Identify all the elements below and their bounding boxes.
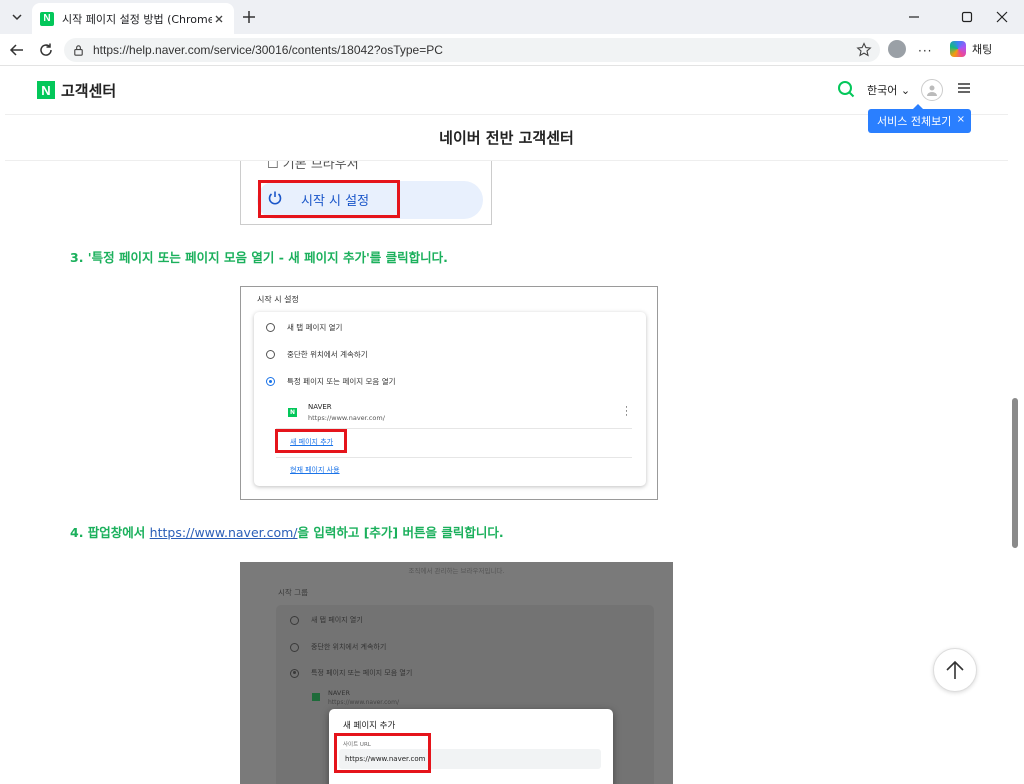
highlight-box xyxy=(334,733,431,773)
chevron-down-icon: ⌄ xyxy=(900,84,911,97)
add-page-dialog: 새 페이지 추가 사이트 URL https://www.naver.com xyxy=(329,709,613,784)
minimize-icon xyxy=(909,16,919,18)
step-4-text: 4. 팝업창에서 https://www.naver.com/을 입력하고 [추… xyxy=(70,525,504,540)
divider xyxy=(276,457,632,458)
maximize-icon xyxy=(961,11,973,23)
service-tooltip[interactable]: 서비스 전체보기 × xyxy=(868,109,971,133)
copilot-label: 채팅 xyxy=(972,43,993,56)
minimize-button[interactable] xyxy=(892,0,936,34)
tab-search-button[interactable] xyxy=(6,6,28,28)
language-selector[interactable]: 한국어 ⌄ xyxy=(867,82,910,98)
chevron-down-icon xyxy=(12,14,22,21)
page-title: 네이버 전반 고객센터 xyxy=(439,129,574,147)
naver-logo-icon[interactable]: N xyxy=(37,81,55,99)
naver-favicon-icon: N xyxy=(288,408,297,417)
person-icon xyxy=(927,85,937,96)
profile-avatar[interactable] xyxy=(888,40,906,58)
scroll-to-top-button[interactable] xyxy=(933,648,977,692)
radio-selected-icon xyxy=(266,377,275,386)
language-label: 한국어 xyxy=(867,84,898,97)
site-name[interactable]: 고객센터 xyxy=(61,80,116,101)
startup-settings-title: 시작 시 설정 xyxy=(257,295,299,304)
tooltip-label: 서비스 전체보기 xyxy=(877,115,952,128)
radio-icon xyxy=(266,323,275,332)
radio-icon xyxy=(290,615,299,625)
option-continue: 중단한 위치에서 계속하기 xyxy=(266,349,368,360)
guide-image-add-page-dialog: 조직에서 관리하는 브라우저입니다. 시작 그룹 새 탭 페이지 열기 중단한 … xyxy=(240,562,673,784)
naver-favicon-icon xyxy=(312,693,320,701)
highlight-box xyxy=(275,429,347,453)
tab-strip: N 시작 페이지 설정 방법 (Chrome) : 네이버 고객센터 xyxy=(0,0,1024,34)
star-icon[interactable] xyxy=(856,42,872,58)
user-icon[interactable] xyxy=(921,79,943,101)
guide-image-settings-menu: ☐ 기본 브라우저 시작 시 설정 xyxy=(240,161,492,225)
page-entry-name: NAVER xyxy=(308,403,332,411)
highlight-box xyxy=(258,180,400,218)
search-icon[interactable] xyxy=(837,80,855,98)
option-specific-pages: 특정 페이지 또는 페이지 모음 열기 xyxy=(290,668,412,678)
page-entry-url: https://www.naver.com/ xyxy=(308,414,385,422)
page-entry-url: https://www.naver.com/ xyxy=(328,699,399,706)
radio-icon xyxy=(266,350,275,359)
page-entry-name: NAVER xyxy=(328,689,350,697)
site-header: N 고객센터 한국어 ⌄ xyxy=(5,66,1008,114)
startup-settings-card: 새 탭 페이지 열기 중단한 위치에서 계속하기 특정 페이지 또는 페이지 모… xyxy=(254,312,646,486)
url-text[interactable]: https://help.naver.com/service/30016/con… xyxy=(93,43,443,57)
arrow-up-icon xyxy=(946,660,964,679)
dialog-title: 새 페이지 추가 xyxy=(343,721,396,731)
scrollbar-thumb[interactable] xyxy=(1012,398,1018,548)
copilot-button[interactable]: 채팅 xyxy=(944,37,998,61)
tab-title: 시작 페이지 설정 방법 (Chrome) : 네이버 고객센터 xyxy=(62,12,212,26)
back-arrow-icon[interactable] xyxy=(9,42,25,58)
kebab-menu-icon: · · · xyxy=(625,403,628,421)
radio-selected-icon xyxy=(290,668,299,678)
use-current-page-link: 현재 페이지 사용 xyxy=(290,466,340,474)
step-3-text: 3. '특정 페이지 또는 페이지 모음 열기 - 새 페이지 추가'를 클릭합… xyxy=(70,250,448,265)
naver-url-link[interactable]: https://www.naver.com/ xyxy=(150,525,298,540)
browser-toolbar: https://help.naver.com/service/30016/con… xyxy=(0,34,1024,66)
managed-browser-notice: 조직에서 관리하는 브라우저입니다. xyxy=(408,567,505,575)
hamburger-menu-icon[interactable] xyxy=(957,81,971,95)
reload-icon[interactable] xyxy=(38,42,54,58)
site-info-icon[interactable] xyxy=(72,44,85,57)
option-new-tab: 새 탭 페이지 열기 xyxy=(266,322,342,333)
guide-image-startup-settings: 시작 시 설정 새 탭 페이지 열기 중단한 위치에서 계속하기 특정 페이지 … xyxy=(240,286,658,500)
option-continue: 중단한 위치에서 계속하기 xyxy=(290,642,386,652)
copilot-icon xyxy=(950,41,966,57)
close-window-button[interactable] xyxy=(980,0,1024,34)
more-menu-icon[interactable]: ··· xyxy=(918,44,932,58)
option-specific-pages: 특정 페이지 또는 페이지 모음 열기 xyxy=(266,376,396,387)
sub-header: 네이버 전반 고객센터 xyxy=(5,114,1008,161)
radio-icon xyxy=(290,642,299,652)
address-bar[interactable]: https://help.naver.com/service/30016/con… xyxy=(64,38,880,62)
close-icon[interactable] xyxy=(212,12,226,26)
close-icon xyxy=(996,11,1008,23)
plus-icon[interactable] xyxy=(240,8,258,26)
menu-item-default-browser: ☐ 기본 브라우저 xyxy=(267,161,359,172)
startup-group-title: 시작 그룹 xyxy=(278,588,308,597)
browser-tab-active[interactable]: N 시작 페이지 설정 방법 (Chrome) : 네이버 고객센터 xyxy=(32,3,234,34)
close-icon[interactable]: × xyxy=(957,114,965,125)
page-content: N 고객센터 한국어 ⌄ 네이버 전반 고객센터 서비스 전체보기 × ☐ 기본… xyxy=(5,66,1008,784)
option-new-tab: 새 탭 페이지 열기 xyxy=(290,615,363,625)
naver-favicon-icon: N xyxy=(40,11,54,26)
